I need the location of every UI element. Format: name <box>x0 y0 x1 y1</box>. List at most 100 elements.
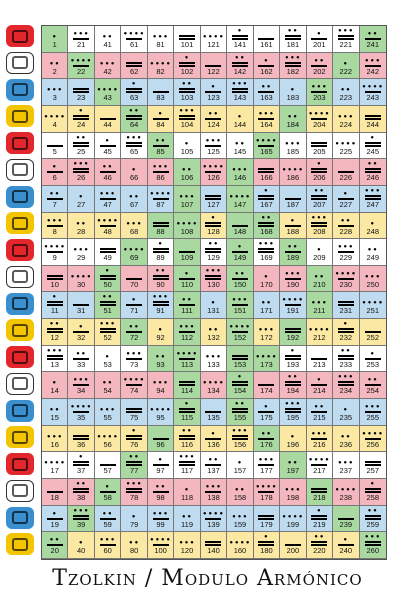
kin-cell: ••• 78 <box>121 479 148 506</box>
kin-number: 26 <box>77 173 86 183</box>
kin-cell: • 105 <box>174 132 201 160</box>
tone-numeral: • <box>333 532 358 547</box>
kin-cell: •• 72 <box>121 319 148 346</box>
tone-numeral: •••• <box>123 30 146 40</box>
tone-numeral: ••• <box>46 86 63 95</box>
kin-number: 20 <box>50 546 59 556</box>
tone-numeral <box>174 239 199 254</box>
kin-cell: 114 <box>174 372 201 400</box>
kin-number: 231 <box>339 306 353 316</box>
kin-number: 105 <box>180 146 194 156</box>
tone-numeral: • <box>174 53 199 67</box>
tone-numeral: • <box>201 79 226 94</box>
tone-numeral: •••• <box>281 296 304 307</box>
kin-number: 154 <box>233 386 247 396</box>
kin-number: 97 <box>156 466 165 476</box>
kin-cell: ••• 198 <box>280 479 307 506</box>
tone-numeral: • <box>78 539 84 548</box>
tone-numeral: •• <box>333 213 358 227</box>
kin-number: 242 <box>366 66 380 76</box>
kin-cell: 226 <box>333 159 360 186</box>
kin-number: 104 <box>180 119 194 129</box>
tone-numeral: • <box>148 106 173 120</box>
kin-number: 208 <box>313 226 326 236</box>
kin-number: 15 <box>50 413 59 423</box>
kin-cell: •• 233 <box>333 345 360 373</box>
tone-numeral: ••• <box>121 133 146 147</box>
kin-number: 93 <box>156 359 165 369</box>
kin-cell: •• 64 <box>121 105 148 133</box>
tone-numeral: •••• <box>308 109 331 120</box>
tone-numeral <box>333 292 358 307</box>
kin-number: 25 <box>77 146 86 156</box>
kin-number: 205 <box>313 146 326 156</box>
tone-numeral: ••• <box>311 299 328 308</box>
kin-number: 218 <box>313 493 326 503</box>
kin-number: 217 <box>313 466 326 476</box>
kin-cell: ••• 73 <box>121 345 148 373</box>
kin-number: 162 <box>260 66 273 76</box>
kin-cell: •• 119 <box>174 505 201 533</box>
kin-number: 178 <box>260 493 273 503</box>
kin-number: 82 <box>156 66 165 76</box>
tone-numeral: •• <box>128 539 140 548</box>
tone-numeral: • <box>290 432 296 441</box>
day-sign-eb-icon <box>6 319 34 342</box>
tone-numeral: • <box>201 426 226 440</box>
kin-number: 94 <box>156 386 165 396</box>
kin-cell: 148 <box>227 212 254 240</box>
day-sign-imix-icon <box>6 25 34 47</box>
kin-cell: ••• 151 <box>227 292 254 320</box>
kin-number: 202 <box>313 66 326 76</box>
kin-cell: ••• 211 <box>306 292 334 320</box>
kin-number: 16 <box>50 439 59 449</box>
kin-cell: ••• 169 <box>253 239 281 266</box>
kin-number: 19 <box>50 519 59 529</box>
kin-number: 102 <box>180 66 194 76</box>
tone-numeral: • <box>104 352 111 361</box>
kin-cell: 83 <box>147 79 175 106</box>
kin-cell: 252 <box>359 319 386 346</box>
tone-numeral <box>174 372 199 387</box>
kin-cell: •• 111 <box>174 292 201 320</box>
kin-cell: •••• 238 <box>333 479 360 506</box>
kin-number: 3 <box>52 93 57 103</box>
kin-number: 29 <box>77 253 86 263</box>
kin-cell: •• 38 <box>68 479 95 506</box>
kin-cell: •••• 199 <box>280 505 307 533</box>
kin-number: 248 <box>366 226 380 236</box>
tone-numeral <box>201 186 226 200</box>
kin-number: 38 <box>77 493 86 503</box>
kin-cell: •• 236 <box>333 425 360 453</box>
kin-number: 160 <box>233 546 247 556</box>
kin-cell: •• 220 <box>306 532 334 559</box>
kin-number: 24 <box>77 119 86 129</box>
kin-cell: ••• 21 <box>68 26 95 53</box>
tone-numeral: ••• <box>152 163 169 174</box>
tone-numeral: ••• <box>205 483 222 494</box>
kin-number: 198 <box>286 493 300 503</box>
tone-numeral <box>95 452 120 467</box>
kin-number: 18 <box>50 493 59 503</box>
tone-numeral: • <box>370 219 376 228</box>
kin-cell: 257 <box>359 452 386 480</box>
kin-number: 250 <box>366 279 380 289</box>
kin-cell: •• 124 <box>200 105 228 133</box>
kin-number: 163 <box>260 93 273 103</box>
kin-cell: ••• 156 <box>227 425 254 453</box>
kin-cell: ••• 47 <box>94 185 122 213</box>
kin-cell: •••• 35 <box>68 399 95 426</box>
kin-cell: • 157 <box>227 452 254 480</box>
tone-numeral: ••• <box>360 532 386 547</box>
kin-cell: • 175 <box>253 399 281 426</box>
tone-numeral: • <box>254 532 279 547</box>
kin-number: 23 <box>77 93 86 103</box>
kin-cell: • 66 <box>121 159 148 186</box>
kin-number: 212 <box>313 333 326 343</box>
tone-numeral <box>42 479 67 494</box>
tone-numeral: • <box>316 246 323 255</box>
kin-number: 183 <box>286 93 300 103</box>
kin-number: 98 <box>156 493 165 503</box>
tone-numeral: •••• <box>361 429 384 440</box>
kin-cell: ••• 159 <box>227 505 254 533</box>
